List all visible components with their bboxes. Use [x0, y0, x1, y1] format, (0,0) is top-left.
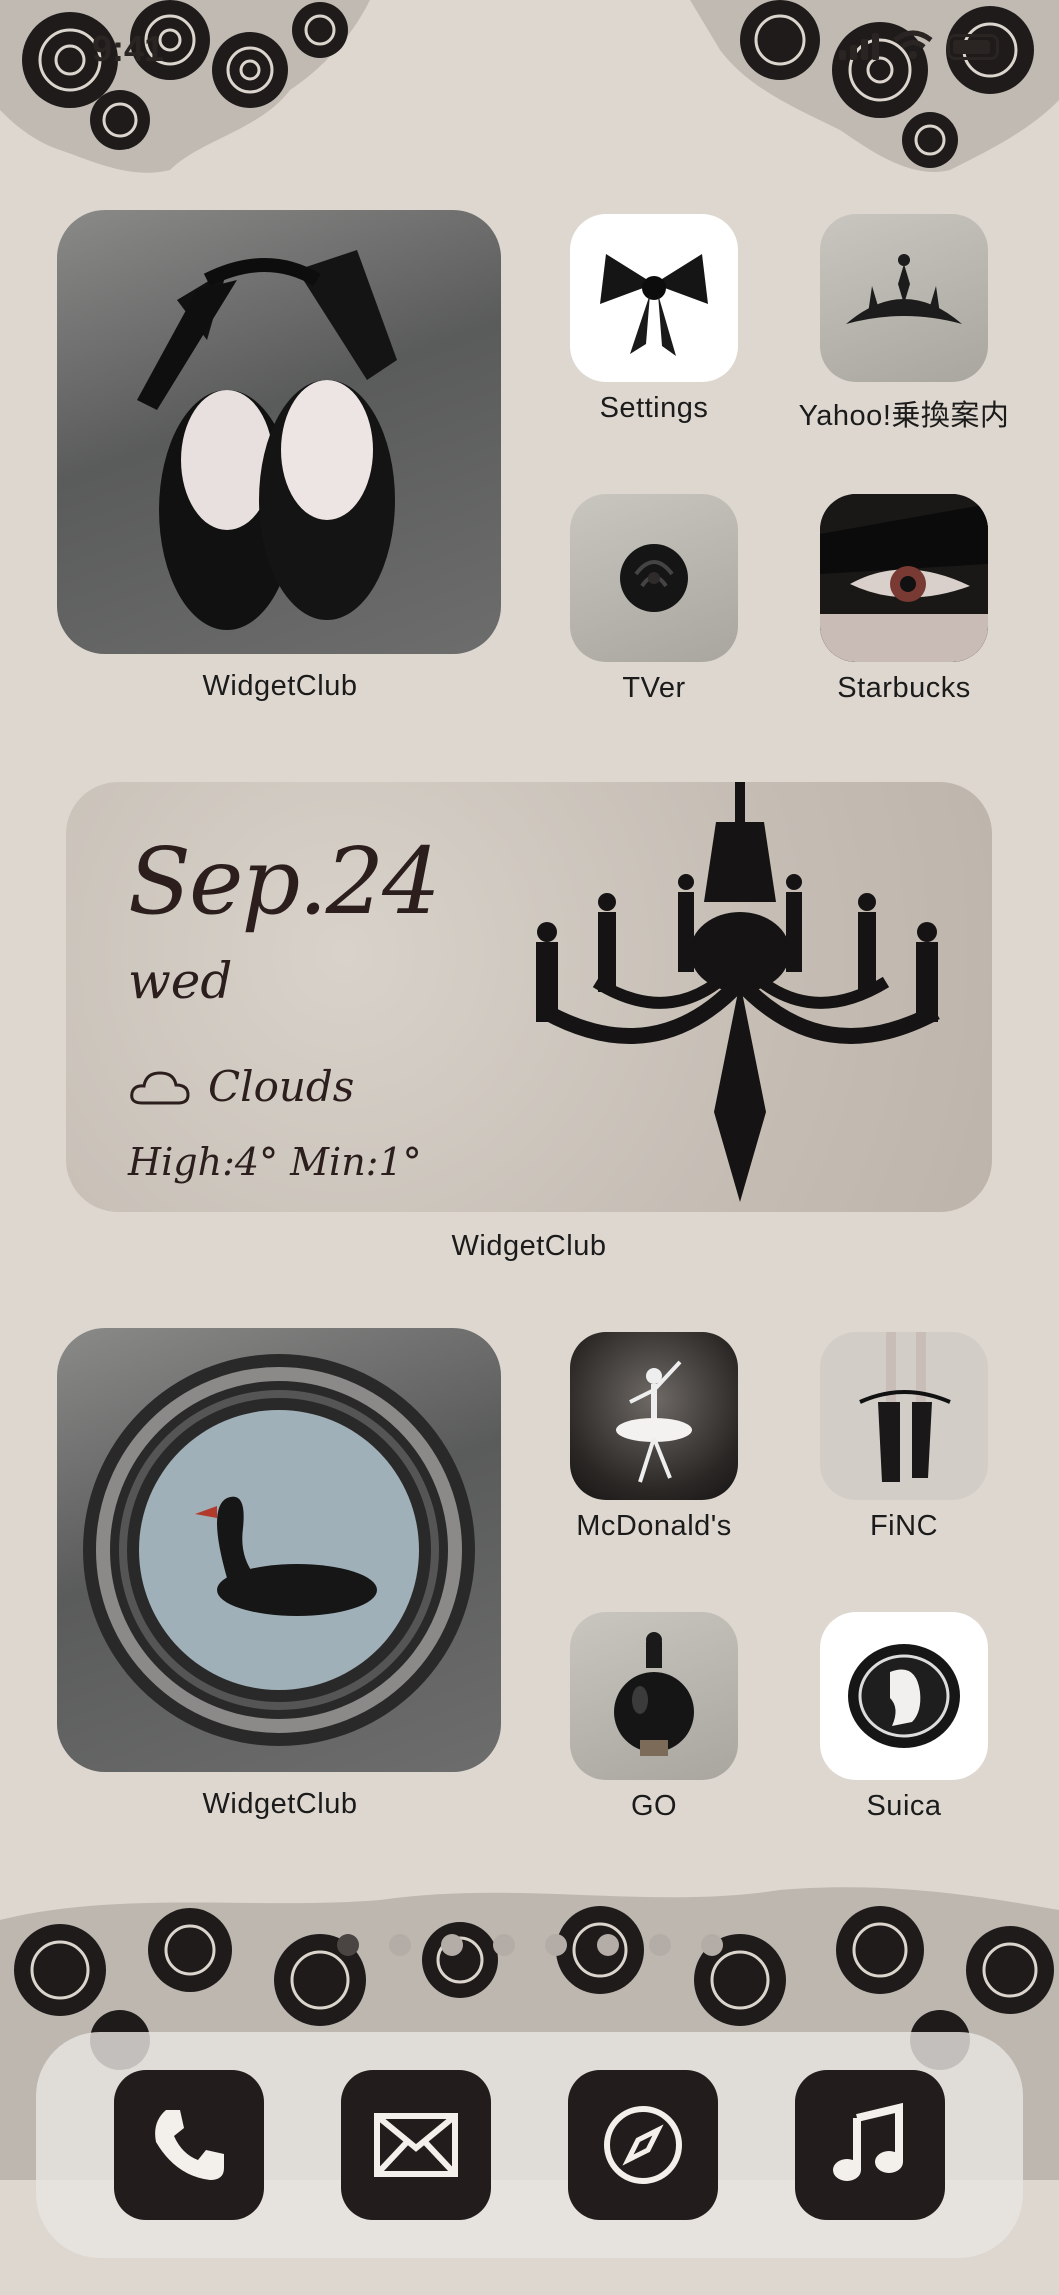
battery-icon — [947, 34, 999, 60]
phone-icon — [155, 2110, 225, 2180]
widget-day: wed — [128, 952, 233, 1010]
dock-safari[interactable] — [567, 2070, 718, 2220]
page-indicator[interactable] — [0, 1934, 1059, 1956]
lace-decoration-top-right — [690, 0, 1059, 172]
dock — [36, 2032, 1023, 2258]
app-starbucks[interactable] — [820, 494, 988, 662]
black-lace-bow-icon — [600, 254, 708, 356]
cloud-icon — [130, 1070, 190, 1104]
lace-decoration-top-left — [0, 0, 370, 173]
ballet-flats-image — [137, 250, 397, 630]
cameo-icon — [848, 1644, 960, 1748]
feathered-eye-icon — [820, 494, 988, 662]
app-settings[interactable] — [570, 214, 738, 382]
app-finc[interactable] — [820, 1332, 988, 1500]
mail-icon — [374, 2113, 459, 2177]
widget-black-swan[interactable] — [57, 1328, 501, 1772]
black-rose-icon — [620, 544, 688, 612]
widget-weather: Clouds — [128, 1062, 354, 1111]
page-dot[interactable] — [544, 1934, 567, 1956]
app-yahoo-transit[interactable] — [820, 214, 988, 382]
signal-icon — [839, 32, 879, 60]
status-time: 9:41 — [92, 28, 165, 69]
app-tver[interactable] — [570, 494, 738, 662]
widget-label: WidgetClub — [202, 1788, 358, 1820]
music-icon — [832, 2102, 903, 2181]
app-label: FiNC — [869, 1510, 939, 1542]
app-go[interactable] — [570, 1612, 738, 1780]
widget-label: WidgetClub — [202, 670, 358, 702]
app-label: Suica — [866, 1790, 942, 1822]
widget-temperature: High:4° Min:1° — [128, 1140, 422, 1184]
page-dot[interactable] — [440, 1934, 463, 1956]
app-suica[interactable] — [820, 1612, 988, 1780]
page-dot[interactable] — [648, 1934, 671, 1956]
page-dot[interactable] — [388, 1934, 411, 1956]
widget-date-weather[interactable]: Sep.24 wed Clouds High:4° Min:1° — [66, 782, 992, 1212]
app-label: Settings — [599, 392, 709, 424]
dock-phone[interactable] — [114, 2070, 265, 2220]
widget-date: Sep.24 — [128, 828, 441, 935]
page-dot[interactable] — [596, 1934, 619, 1956]
perfume-bottle-icon — [614, 1632, 694, 1756]
dock-music[interactable] — [794, 2070, 945, 2220]
widget-weather-text: Clouds — [208, 1062, 355, 1111]
widget-ballet-flats[interactable] — [57, 210, 501, 654]
status-icons — [839, 30, 999, 60]
black-swan-mirror-image — [83, 1354, 475, 1746]
page-dot[interactable] — [700, 1934, 723, 1956]
page-dot[interactable] — [492, 1934, 515, 1956]
dock-mail[interactable] — [341, 2070, 492, 2220]
app-label: Yahoo!乗換案内 — [798, 400, 1010, 432]
page-dot[interactable] — [336, 1934, 359, 1956]
widget-label: WidgetClub — [451, 1230, 607, 1262]
ballerina-icon — [616, 1360, 692, 1483]
app-label: McDonald's — [576, 1510, 732, 1542]
pointe-shoes-icon — [859, 1332, 951, 1482]
chandelier-image — [536, 782, 940, 1202]
app-label: TVer — [622, 672, 686, 704]
compass-icon — [603, 2106, 682, 2184]
wifi-icon — [893, 30, 933, 59]
app-mcdonalds[interactable] — [570, 1332, 738, 1500]
app-label: GO — [630, 1790, 678, 1822]
app-label: Starbucks — [837, 672, 971, 704]
tiara-icon — [846, 254, 962, 324]
